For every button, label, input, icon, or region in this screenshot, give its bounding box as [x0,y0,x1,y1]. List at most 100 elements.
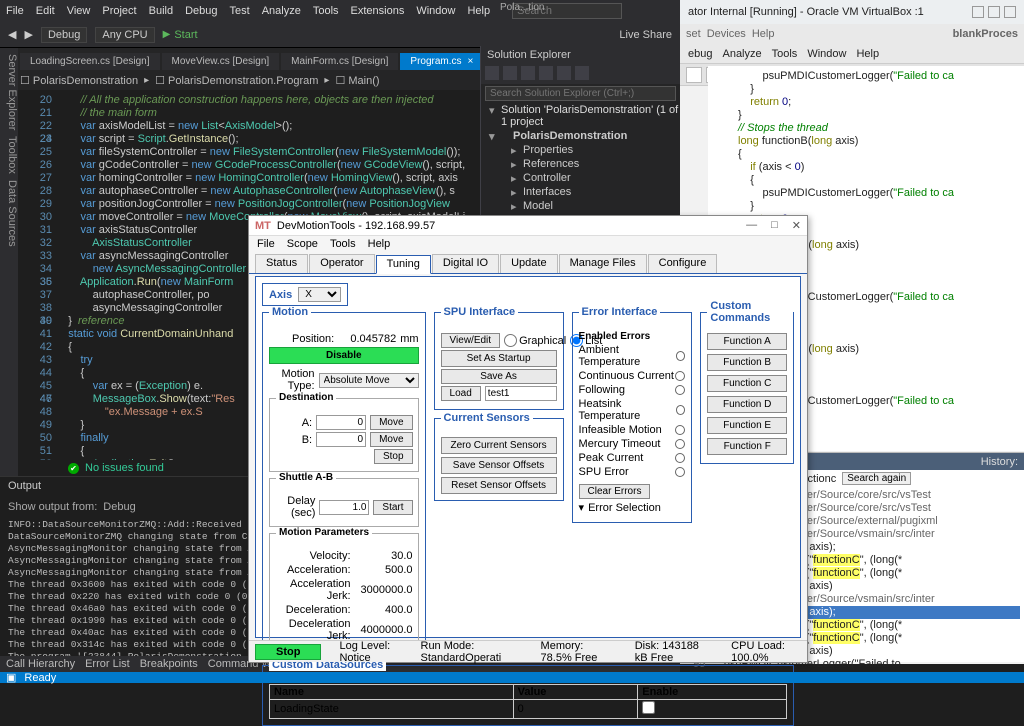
motion-type-dropdown[interactable]: Absolute Move [319,373,419,388]
set-startup-button[interactable]: Set As Startup [441,350,557,367]
table-row: LoadingState 0 [270,700,787,719]
editor-tab[interactable]: MoveView.cs [Design] [162,53,280,70]
tree-node[interactable]: Controller [509,171,680,185]
clear-errors-button[interactable]: Clear Errors [579,484,651,499]
qtc-tool-icon[interactable] [686,67,702,83]
dmt-menu-item[interactable]: File [257,238,275,252]
menu-extensions[interactable]: Extensions [351,5,405,17]
graphical-radio[interactable]: Graphical [504,334,566,347]
dmt-tab[interactable]: Update [500,254,557,273]
search-again-button[interactable] [842,472,911,485]
spu-interface-group: SPU Interface View/Edit Graphical List S… [434,312,564,410]
breadcrumb-item[interactable]: ☐ PolarisDemonstration.Program [155,74,318,87]
error-selection-expander[interactable]: ▾ [579,501,585,514]
maximize-icon[interactable]: □ [771,219,778,232]
bottom-tab[interactable]: Error List [85,658,130,670]
load-value-input[interactable] [485,386,557,401]
save-offsets-button[interactable]: Save Sensor Offsets [441,457,557,474]
qtc-submenu2: Devices [707,28,746,40]
disable-button[interactable]: Disable [269,347,419,364]
motion-stop-button[interactable]: Stop [374,449,413,464]
dest-b-input[interactable] [316,432,366,447]
liveshare-button[interactable]: Live Share [619,29,672,41]
qtc-menu-item[interactable]: Help [856,48,879,60]
move-a-button[interactable]: Move [370,415,412,430]
saveas-button[interactable]: Save As [441,369,557,384]
custom-fn-button[interactable]: Function C [707,375,787,392]
error-led-icon [675,453,685,463]
editor-tab[interactable]: Program.cs [400,53,483,70]
solexp-toolbar[interactable] [481,64,680,84]
qtc-menu-item[interactable]: Window [807,48,846,60]
dmt-tab[interactable]: Tuning [376,255,431,274]
bottom-tab[interactable]: Breakpoints [140,658,198,670]
menu-window[interactable]: Window [416,5,455,17]
menu-debug[interactable]: Debug [185,5,217,17]
move-b-button[interactable]: Move [370,432,412,447]
dmt-menu-item[interactable]: Help [368,238,391,252]
viewedit-button[interactable]: View/Edit [441,333,501,348]
custom-fn-button[interactable]: Function E [707,417,787,434]
start-button[interactable]: Start [163,29,198,41]
enable-checkbox[interactable] [642,701,655,714]
dmt-menu-item[interactable]: Scope [287,238,318,252]
solution-node[interactable]: Solution 'PolarisDemonstration' (1 of 1 … [487,103,680,129]
qtc-menubar[interactable]: ebug Analyze Tools Window Help [680,44,1024,64]
toolwindow-tab[interactable]: Data Sources [0,180,18,247]
qtc-menu-item[interactable]: Tools [772,48,798,60]
reset-offsets-button[interactable]: Reset Sensor Offsets [441,477,557,494]
menu-test[interactable]: Test [230,5,250,17]
qtc-menu-item[interactable]: Analyze [722,48,761,60]
custom-fn-button[interactable]: Function F [707,438,787,455]
vm-window-controls[interactable] [972,6,1016,18]
dmt-tab[interactable]: Manage Files [559,254,647,273]
dmt-tab[interactable]: Digital IO [432,254,499,273]
project-node[interactable]: PolarisDemonstration [487,129,680,143]
param-value: 500.0 [355,564,413,576]
menu-build[interactable]: Build [149,5,173,17]
output-from-dropdown[interactable]: Debug [103,501,135,513]
tree-node[interactable]: References [509,157,680,171]
solexp-search-input[interactable] [485,86,676,101]
nav-back-icon[interactable]: ◀ [8,28,16,41]
global-stop-button[interactable]: Stop [255,644,321,660]
zero-sensors-button[interactable]: Zero Current Sensors [441,437,557,454]
tree-node[interactable]: Interfaces [509,185,680,199]
tree-node[interactable]: Model [509,199,680,213]
delay-input[interactable] [319,500,369,515]
menu-tools[interactable]: Tools [313,5,339,17]
toolwindow-tab[interactable]: Server Explorer [0,54,18,130]
nav-fwd-icon[interactable]: ▶ [24,28,32,41]
bottom-tab[interactable]: Call Hierarchy [6,658,75,670]
custom-fn-button[interactable]: Function D [707,396,787,413]
qtc-menu-item[interactable]: ebug [688,48,712,60]
editor-tab[interactable]: MainForm.cs [Design] [281,53,398,70]
dmt-tab[interactable]: Configure [648,254,718,273]
dmt-tab[interactable]: Status [255,254,308,273]
menu-help[interactable]: Help [467,5,490,17]
custom-fn-button[interactable]: Function A [707,333,787,350]
platform-dropdown[interactable]: Any CPU [95,27,154,43]
dest-a-input[interactable] [316,415,366,430]
load-button[interactable]: Load [441,386,481,401]
close-icon[interactable]: ✕ [792,219,801,232]
config-dropdown[interactable]: Debug [41,27,87,43]
shuttle-start-button[interactable]: Start [373,500,412,515]
dmt-menu-item[interactable]: Tools [330,238,356,252]
tree-node[interactable]: Properties [509,143,680,157]
toolwindow-tab[interactable]: Toolbox [0,136,18,174]
minimize-icon[interactable]: — [746,219,757,232]
breadcrumb-item[interactable]: ☐ PolarisDemonstration [20,74,138,87]
menu-file[interactable]: File [6,5,24,17]
menu-view[interactable]: View [67,5,91,17]
axis-dropdown[interactable]: X [298,287,341,302]
editor-tab[interactable]: LoadingScreen.cs [Design] [20,53,160,70]
menu-analyze[interactable]: Analyze [262,5,301,17]
menu-project[interactable]: Project [102,5,136,17]
dmt-tab[interactable]: Operator [309,254,374,273]
vs-left-toolwindows[interactable]: Server Explorer Toolbox Data Sources [0,48,18,468]
menu-edit[interactable]: Edit [36,5,55,17]
breadcrumb-item[interactable]: ☐ Main() [335,74,379,87]
custom-fn-button[interactable]: Function B [707,354,787,371]
dmt-menubar[interactable]: File Scope Tools Help [249,236,807,254]
